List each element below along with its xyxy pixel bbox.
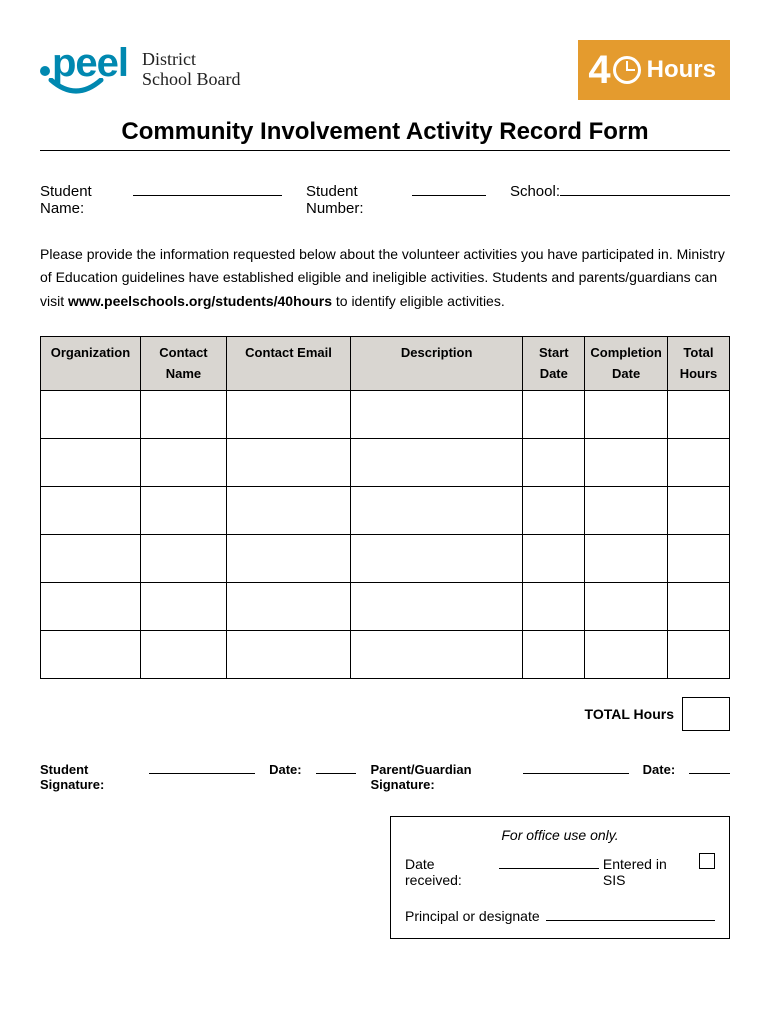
date-received-label: Date received:: [405, 856, 495, 888]
student-number-input[interactable]: [412, 179, 486, 196]
cell[interactable]: [351, 535, 523, 583]
th-contact-name: Contact Name: [140, 336, 226, 391]
th-organization: Organization: [41, 336, 141, 391]
date1-label: Date:: [269, 762, 302, 777]
cell[interactable]: [667, 535, 729, 583]
cell[interactable]: [41, 631, 141, 679]
student-number-label: Student Number:: [306, 183, 412, 217]
page-title: Community Involvement Activity Record Fo…: [40, 118, 730, 151]
cell[interactable]: [41, 583, 141, 631]
student-info-row: Student Name: Student Number: School:: [40, 179, 730, 217]
school-label: School:: [510, 183, 560, 200]
cell[interactable]: [140, 631, 226, 679]
cell[interactable]: [585, 631, 668, 679]
dot-icon: [40, 66, 50, 76]
cell[interactable]: [667, 439, 729, 487]
cell[interactable]: [523, 487, 585, 535]
cell[interactable]: [523, 391, 585, 439]
th-start-date: Start Date: [523, 336, 585, 391]
cell[interactable]: [523, 439, 585, 487]
date-received-input[interactable]: [499, 853, 599, 868]
cell[interactable]: [351, 439, 523, 487]
th-contact-email: Contact Email: [227, 336, 351, 391]
url-text: www.peelschools.org/students/40hours: [68, 293, 332, 309]
header: peel District School Board 4 Hours: [40, 40, 730, 100]
table-row: [41, 631, 730, 679]
cell[interactable]: [351, 487, 523, 535]
table-row: [41, 535, 730, 583]
cell[interactable]: [667, 391, 729, 439]
cell[interactable]: [227, 631, 351, 679]
activity-table: Organization Contact Name Contact Email …: [40, 336, 730, 680]
cell[interactable]: [41, 391, 141, 439]
parent-signature-input[interactable]: [523, 759, 629, 773]
cell[interactable]: [351, 391, 523, 439]
date2-input[interactable]: [689, 759, 730, 773]
signature-row: Student Signature: Date: Parent/Guardian…: [40, 759, 730, 791]
student-name-input[interactable]: [133, 179, 282, 196]
cell[interactable]: [585, 583, 668, 631]
cell[interactable]: [585, 535, 668, 583]
district-school-board-text: District School Board: [142, 50, 241, 90]
th-completion-date: Completion Date: [585, 336, 668, 391]
cell[interactable]: [351, 631, 523, 679]
cell[interactable]: [41, 535, 141, 583]
total-hours-box[interactable]: [682, 697, 730, 731]
cell[interactable]: [523, 583, 585, 631]
cell[interactable]: [140, 391, 226, 439]
office-use-box: For office use only. Date received: Ente…: [390, 816, 730, 939]
badge-hours: Hours: [647, 58, 716, 82]
table-row: [41, 439, 730, 487]
cell[interactable]: [227, 487, 351, 535]
cell[interactable]: [227, 391, 351, 439]
table-row: [41, 391, 730, 439]
school-input[interactable]: [560, 179, 730, 196]
cell[interactable]: [140, 439, 226, 487]
total-hours-row: TOTAL Hours: [40, 697, 730, 731]
cell[interactable]: [585, 439, 668, 487]
table-row: [41, 583, 730, 631]
cell[interactable]: [140, 583, 226, 631]
cell[interactable]: [585, 487, 668, 535]
principal-input[interactable]: [546, 906, 715, 921]
cell[interactable]: [227, 439, 351, 487]
cell[interactable]: [667, 631, 729, 679]
cell[interactable]: [667, 583, 729, 631]
total-hours-label: TOTAL Hours: [585, 706, 674, 722]
cell[interactable]: [667, 487, 729, 535]
student-signature-input[interactable]: [149, 759, 255, 773]
entered-sis-checkbox[interactable]: [699, 853, 715, 869]
student-name-label: Student Name:: [40, 183, 133, 217]
peel-logo-block: peel District School Board: [40, 45, 241, 96]
instructions-text: Please provide the information requested…: [40, 243, 730, 314]
th-description: Description: [351, 336, 523, 391]
parent-signature-label: Parent/Guardian Signature:: [370, 762, 508, 792]
cell[interactable]: [227, 535, 351, 583]
cell[interactable]: [523, 631, 585, 679]
cell[interactable]: [523, 535, 585, 583]
cell[interactable]: [140, 487, 226, 535]
cell[interactable]: [585, 391, 668, 439]
cell[interactable]: [41, 439, 141, 487]
cell[interactable]: [227, 583, 351, 631]
clock-icon: [613, 56, 641, 84]
date2-label: Date:: [643, 762, 676, 777]
office-use-title: For office use only.: [405, 827, 715, 843]
cell[interactable]: [140, 535, 226, 583]
table-row: [41, 487, 730, 535]
th-total-hours: Total Hours: [667, 336, 729, 391]
principal-label: Principal or designate: [405, 908, 540, 924]
cell[interactable]: [41, 487, 141, 535]
cell[interactable]: [351, 583, 523, 631]
badge-four: 4: [588, 50, 610, 90]
forty-hours-badge: 4 Hours: [578, 40, 730, 100]
peel-logo-text: peel: [40, 45, 128, 81]
entered-sis-label: Entered in SIS: [603, 856, 693, 888]
date1-input[interactable]: [316, 759, 357, 773]
smile-icon: [46, 78, 106, 96]
student-signature-label: Student Signature:: [40, 762, 135, 792]
